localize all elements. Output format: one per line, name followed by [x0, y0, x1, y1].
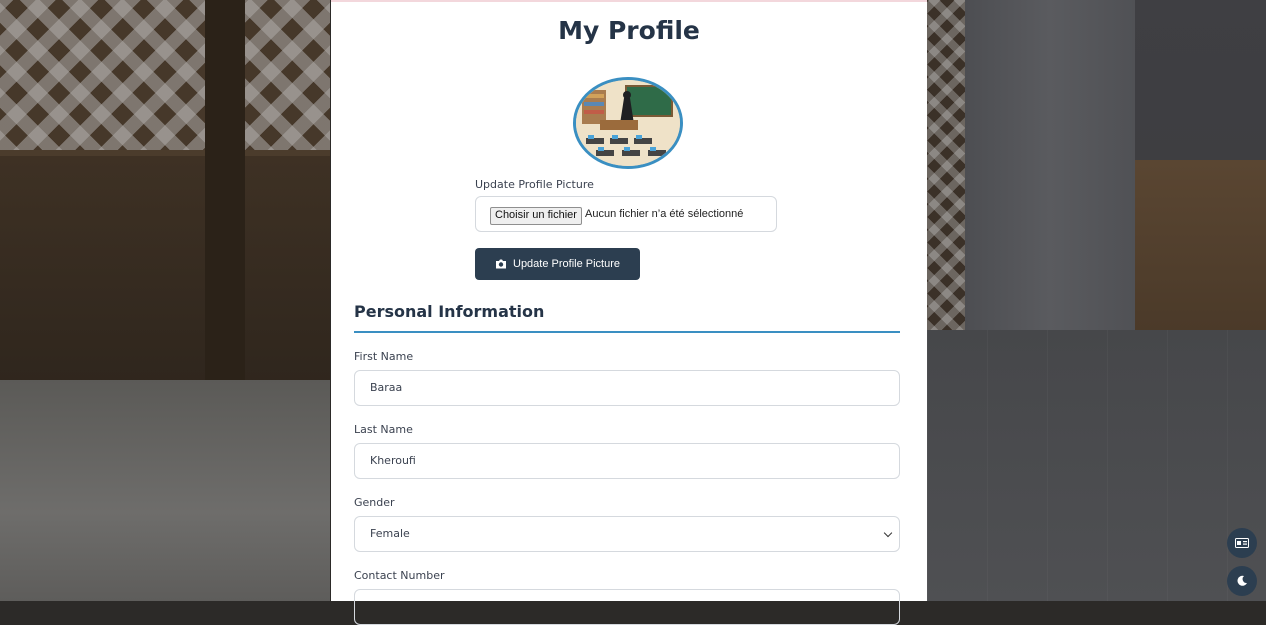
background-lattice-right [927, 0, 967, 330]
file-status-text: Aucun fichier n’a été sélectionné [585, 208, 744, 220]
profile-picture-label: Update Profile Picture [475, 178, 594, 191]
contact-number-label: Contact Number [354, 569, 445, 582]
last-name-label: Last Name [354, 423, 413, 436]
camera-icon [496, 259, 506, 269]
background-floor-right [927, 330, 1266, 601]
background-floor-left [0, 380, 330, 601]
page-title: My Profile [558, 16, 700, 45]
background-counter [1135, 160, 1266, 330]
background-lattice [0, 0, 330, 150]
first-name-field[interactable]: Baraa [354, 370, 900, 406]
gender-label: Gender [354, 496, 395, 509]
choose-file-button[interactable]: Choisir un fichier [490, 207, 582, 225]
first-name-label: First Name [354, 350, 414, 363]
background-pillar [965, 0, 1135, 330]
gender-select-value: Female [370, 527, 410, 540]
accessibility-icon [1235, 538, 1249, 548]
profile-card: My Profile Update Profile Picture Choisi… [331, 0, 927, 625]
dark-mode-moon-icon [1237, 575, 1247, 586]
personal-information-title: Personal Information [354, 302, 545, 321]
background-wood-post [205, 0, 245, 380]
update-profile-picture-label: Update Profile Picture [513, 258, 620, 270]
accessibility-button[interactable] [1227, 528, 1257, 558]
chevron-down-icon [883, 528, 893, 538]
profile-picture-file-input[interactable]: Choisir un fichier Aucun fichier n’a été… [475, 196, 777, 232]
update-profile-picture-button[interactable]: Update Profile Picture [475, 248, 640, 280]
contact-number-field[interactable] [354, 589, 900, 625]
background-wood-panel [0, 150, 330, 386]
dark-mode-toggle[interactable] [1227, 566, 1257, 596]
avatar [573, 77, 683, 169]
avatar-illustration [576, 80, 680, 166]
last-name-field[interactable]: Kheroufi [354, 443, 900, 479]
section-divider [354, 331, 900, 333]
gender-select[interactable]: Female [354, 516, 900, 552]
